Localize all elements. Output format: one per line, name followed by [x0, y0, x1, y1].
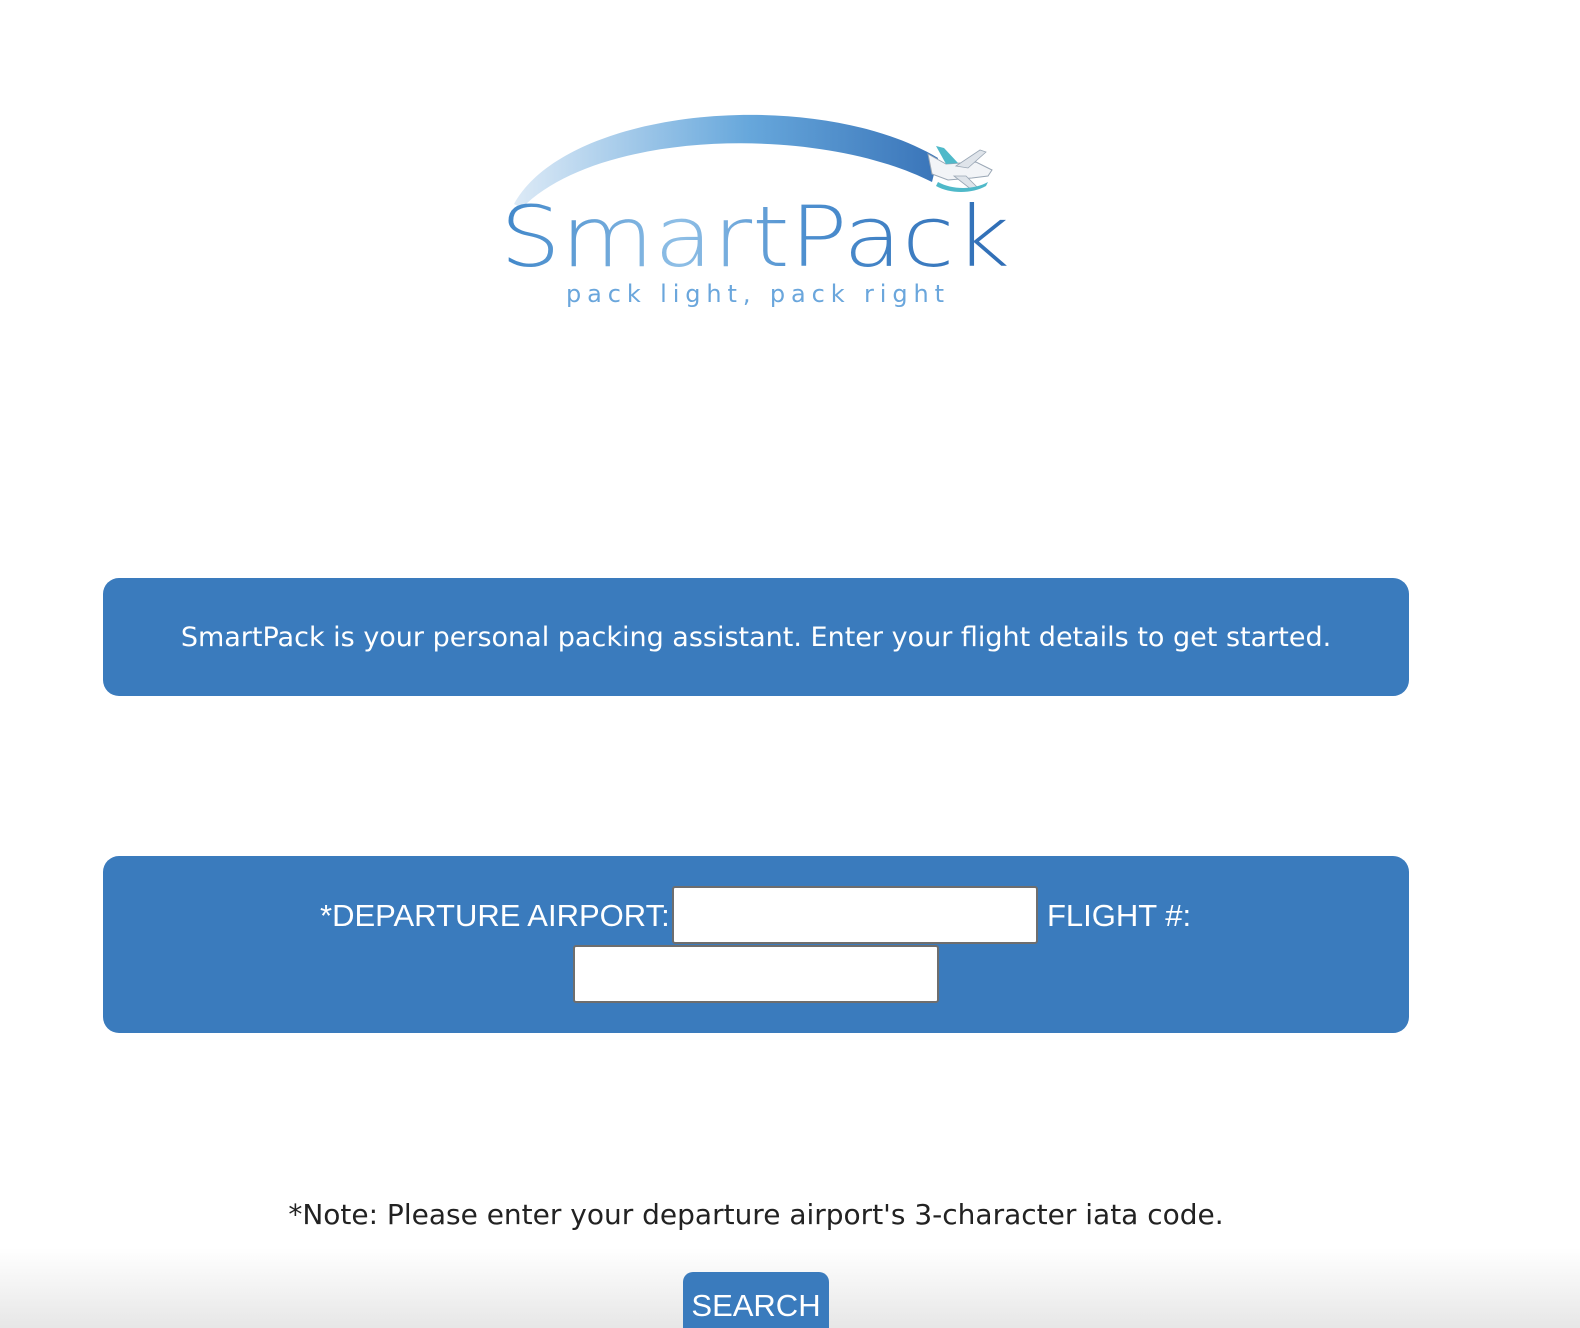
departure-airport-label: *DEPARTURE AIRPORT:	[320, 898, 670, 933]
intro-text: SmartPack is your personal packing assis…	[180, 621, 1332, 653]
intro-panel: SmartPack is your personal packing assis…	[103, 578, 1409, 696]
flight-form-panel: *DEPARTURE AIRPORT: FLIGHT #:	[103, 856, 1409, 1033]
flight-number-input[interactable]	[573, 945, 939, 1003]
departure-airport-input[interactable]	[672, 886, 1038, 944]
flight-number-label: FLIGHT #:	[1047, 898, 1192, 933]
airplane-icon	[927, 146, 993, 192]
smartpack-logo: SmartPack pack light, pack right	[488, 96, 1028, 326]
page: SmartPack pack light, pack right SmartPa…	[0, 0, 1580, 1328]
logo-wordmark: SmartPack	[500, 188, 1010, 286]
search-button[interactable]: SEARCH	[683, 1272, 829, 1328]
iata-note: *Note: Please enter your departure airpo…	[288, 1198, 1224, 1231]
